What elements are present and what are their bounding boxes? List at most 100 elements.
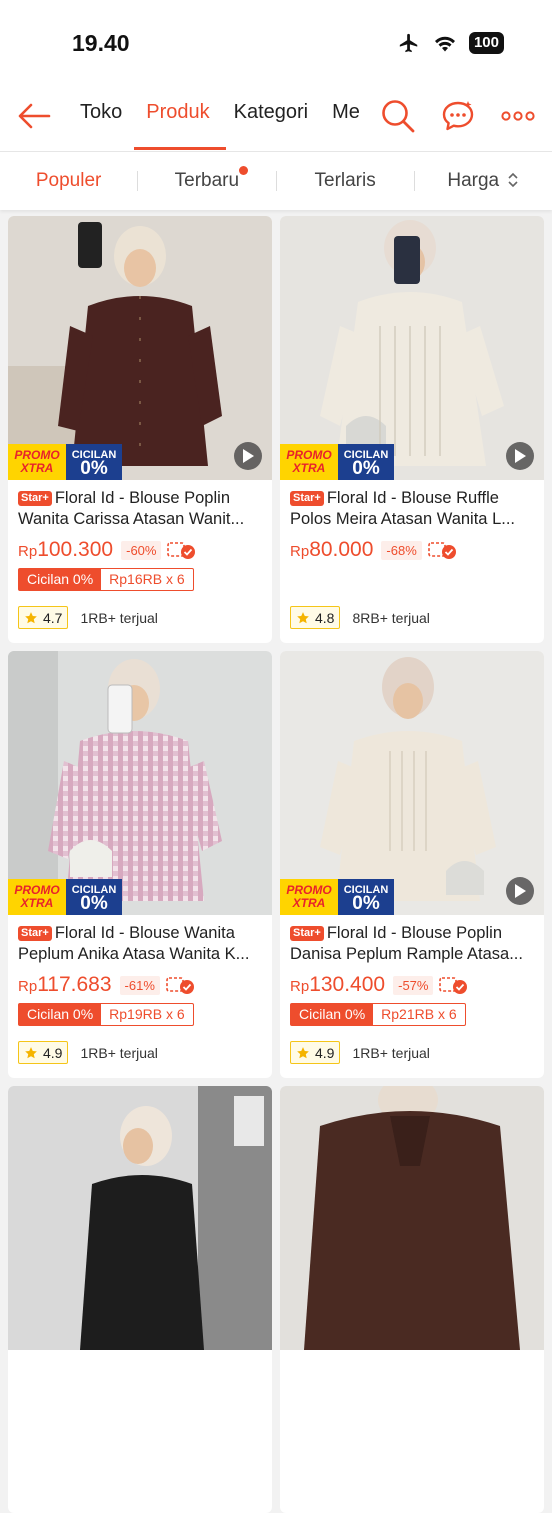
product-price: Rp100.300 <box>18 538 113 562</box>
star-icon <box>297 1046 309 1058</box>
free-shipping-check-icon <box>439 975 469 995</box>
installment-label: Cicilan 0% <box>19 569 102 590</box>
tab-more[interactable]: Me <box>320 80 368 152</box>
product-title-text: Floral Id - Blouse Poplin Danisa Peplum … <box>290 924 523 963</box>
sort-terlaris[interactable]: Terlaris <box>277 170 414 192</box>
promo-banner: PROMO XTRA CICILAN 0% <box>8 444 122 480</box>
price-row: Rp80.000 -68% <box>290 536 534 564</box>
price-value: 130.400 <box>309 973 386 996</box>
product-title: Star+ Floral Id - Blouse Wanita Peplum An… <box>18 923 262 965</box>
rating-value: 4.9 <box>315 1044 335 1061</box>
installment-label: Cicilan 0% <box>19 1004 102 1025</box>
back-button[interactable] <box>14 96 54 136</box>
sort-updown-icon <box>508 172 518 188</box>
sort-bar: Populer Terbaru Terlaris Harga <box>0 152 552 210</box>
product-card[interactable] <box>8 1086 272 1513</box>
meta-row: 4.9 1RB+ terjual <box>290 1041 430 1064</box>
cicilan-line2: 0% <box>80 893 108 914</box>
currency-label: Rp <box>290 543 310 560</box>
card-body: Star+ Floral Id - Blouse Ruffle Polos Mei… <box>280 480 544 564</box>
free-shipping-check-icon <box>166 975 196 995</box>
product-image[interactable] <box>280 1086 544 1350</box>
play-video-button[interactable] <box>506 877 534 905</box>
price-value: 117.683 <box>37 973 112 996</box>
product-image[interactable]: PROMO XTRA CICILAN 0% <box>8 216 272 480</box>
sort-terbaru[interactable]: Terbaru <box>138 166 275 192</box>
play-icon <box>243 449 254 463</box>
product-price: Rp130.400 <box>290 973 385 997</box>
sort-populer-label: Populer <box>35 170 102 191</box>
product-title: Star+ Floral Id - Blouse Poplin Wanita Ca… <box>18 488 262 530</box>
more-button[interactable] <box>498 96 538 136</box>
play-icon <box>515 449 526 463</box>
product-image[interactable]: PROMO XTRA CICILAN 0% <box>280 651 544 915</box>
battery-indicator: 100 <box>468 32 504 54</box>
cicilan-badge: CICILAN 0% <box>338 444 394 480</box>
chat-button[interactable] <box>438 96 478 136</box>
product-card[interactable]: PROMO XTRA CICILAN 0% Star+ Floral Id - Blo… <box>8 651 272 1078</box>
rating-value: 4.7 <box>43 609 63 626</box>
search-button[interactable] <box>378 96 418 136</box>
sold-count: 1RB+ terjual <box>80 1044 158 1061</box>
cicilan-badge: CICILAN 0% <box>338 879 394 915</box>
product-image[interactable] <box>8 1086 272 1350</box>
cicilan-line2: 0% <box>352 893 380 914</box>
installment-label: Cicilan 0% <box>291 1004 374 1025</box>
promo-line2: XTRA <box>20 461 54 475</box>
product-card[interactable]: PROMO XTRA CICILAN 0% Star+ Floral Id - Blo… <box>8 216 272 643</box>
installment-badge: Cicilan 0% Rp19RB x 6 <box>18 1003 194 1026</box>
product-image[interactable]: PROMO XTRA CICILAN 0% <box>280 216 544 480</box>
star-icon <box>25 611 37 623</box>
product-title: Star+ Floral Id - Blouse Ruffle Polos Mei… <box>290 488 534 530</box>
cicilan-line2: 0% <box>80 458 108 479</box>
star-icon <box>297 611 309 623</box>
product-card[interactable]: PROMO XTRA CICILAN 0% Star+ Floral Id - Blo… <box>280 651 544 1078</box>
meta-row: 4.9 1RB+ terjual <box>18 1041 158 1064</box>
cicilan-line2: 0% <box>352 458 380 479</box>
sort-harga[interactable]: Harga <box>415 170 552 192</box>
status-bar: 19.40 100 <box>0 0 552 80</box>
promo-banner: PROMO XTRA CICILAN 0% <box>8 879 122 915</box>
installment-badge: Cicilan 0% Rp16RB x 6 <box>18 568 194 591</box>
promo-line2: XTRA <box>20 896 54 910</box>
tab-produk[interactable]: Produk <box>134 80 227 152</box>
new-dot-indicator <box>239 166 249 175</box>
cicilan-badge: CICILAN 0% <box>66 444 122 480</box>
rating-value: 4.9 <box>43 1044 63 1061</box>
tab-toko[interactable]: Toko <box>68 80 134 152</box>
discount-badge: -68% <box>381 540 422 560</box>
product-grid: PROMO XTRA CICILAN 0% Star+ Floral Id - Blo… <box>8 216 544 1513</box>
promo-xtra-badge: PROMO XTRA <box>280 444 338 480</box>
tab-kategori[interactable]: Kategori <box>222 80 321 152</box>
card-body: Star+ Floral Id - Blouse Poplin Danisa Pe… <box>280 915 544 1026</box>
meta-row: 4.7 1RB+ terjual <box>18 606 158 629</box>
star-plus-badge: Star+ <box>290 491 324 506</box>
play-video-button[interactable] <box>234 442 262 470</box>
rating-badge: 4.8 <box>290 606 341 629</box>
star-plus-badge: Star+ <box>18 926 52 941</box>
rating-badge: 4.9 <box>290 1041 341 1064</box>
currency-label: Rp <box>18 543 38 560</box>
price-row: Rp130.400 -57% <box>290 971 534 999</box>
product-image[interactable]: PROMO XTRA CICILAN 0% <box>8 651 272 915</box>
rating-value: 4.8 <box>315 609 335 626</box>
price-value: 80.000 <box>309 538 374 561</box>
installment-value: Rp16RB x 6 <box>109 571 185 587</box>
wifi-icon <box>434 36 455 52</box>
promo-xtra-badge: PROMO XTRA <box>8 444 66 480</box>
promo-line2: XTRA <box>292 461 326 475</box>
sort-populer[interactable]: Populer <box>0 170 137 192</box>
sold-count: 1RB+ terjual <box>352 1044 430 1061</box>
airplane-icon <box>399 33 418 53</box>
price-value: 100.300 <box>37 538 114 561</box>
promo-banner: PROMO XTRA CICILAN 0% <box>280 879 394 915</box>
free-shipping-check-icon <box>427 540 458 560</box>
product-card[interactable]: PROMO XTRA CICILAN 0% Star+ Floral Id - Blo… <box>280 216 544 643</box>
play-icon <box>515 884 526 898</box>
free-shipping-check-icon <box>167 540 197 560</box>
sort-terbaru-label: Terbaru <box>174 170 240 191</box>
installment-value: Rp21RB x 6 <box>381 1006 457 1022</box>
play-video-button[interactable] <box>506 442 534 470</box>
product-card[interactable] <box>280 1086 544 1513</box>
meta-row: 4.8 8RB+ terjual <box>290 606 430 629</box>
